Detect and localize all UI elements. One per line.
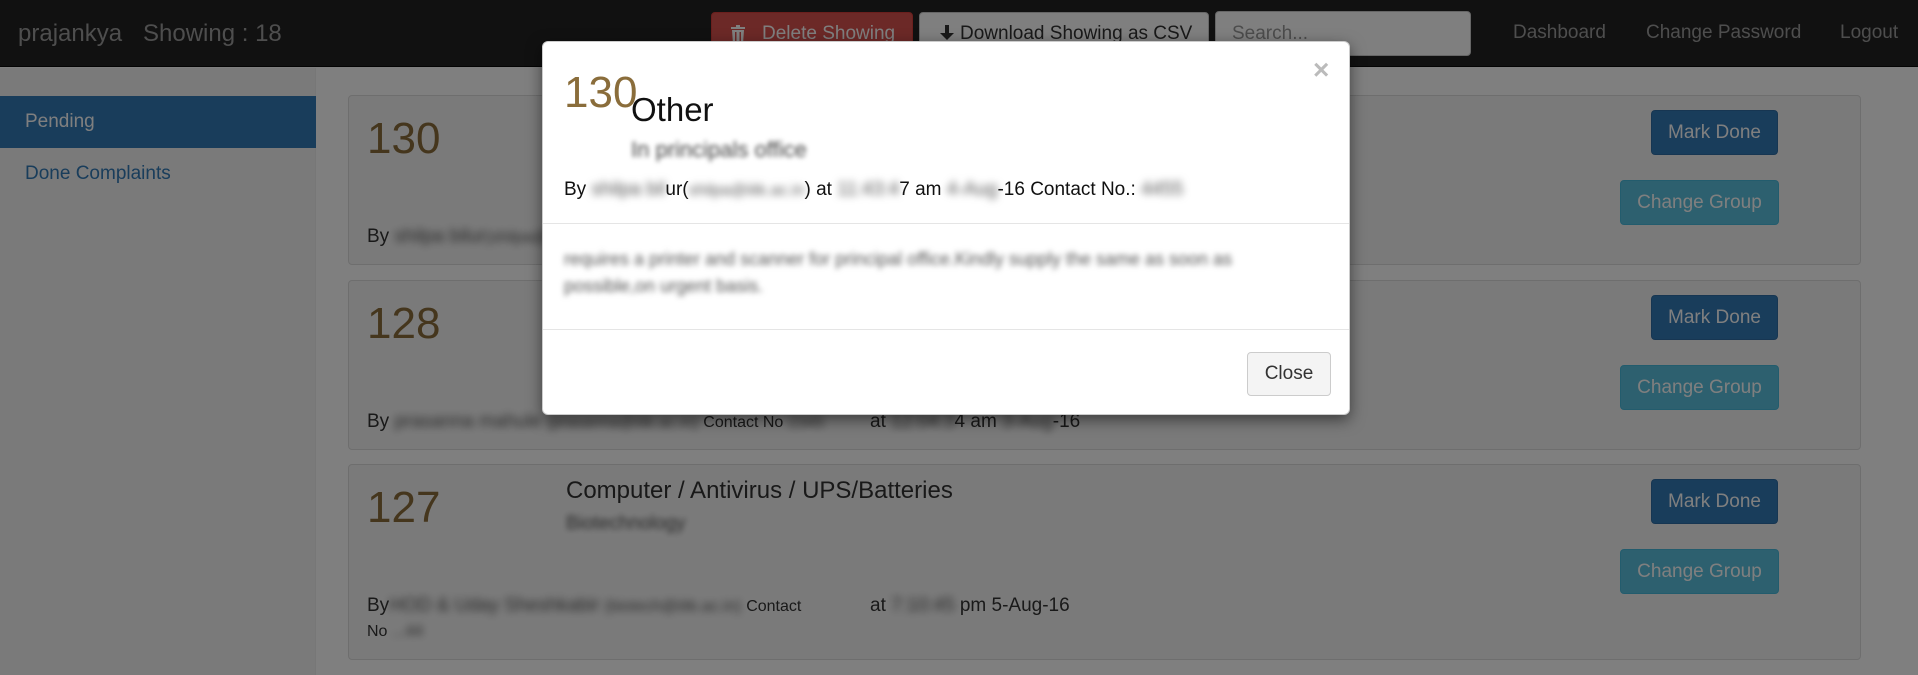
author-email: shilpa@iitk.ac.in — [688, 182, 805, 199]
modal-header-divider — [543, 223, 1349, 224]
modal-complaint-number: 130 — [564, 68, 638, 117]
modal-category-title: Other — [631, 91, 714, 128]
complaint-detail-modal: × 130 Other In principals office By shil… — [542, 41, 1350, 415]
contact-number: 4455 — [1141, 179, 1184, 200]
author-name: shilpa bil — [591, 179, 666, 200]
modal-complaint-body: requires a printer and scanner for princ… — [564, 249, 1233, 296]
modal-footer-divider — [543, 329, 1349, 330]
close-icon[interactable]: × — [1313, 56, 1329, 84]
modal-close-button[interactable]: Close — [1247, 352, 1331, 396]
modal-location: In principals office — [631, 137, 807, 162]
modal-author-line: By shilpa bilur(shilpa@iitk.ac.in) at 11… — [564, 179, 1184, 200]
